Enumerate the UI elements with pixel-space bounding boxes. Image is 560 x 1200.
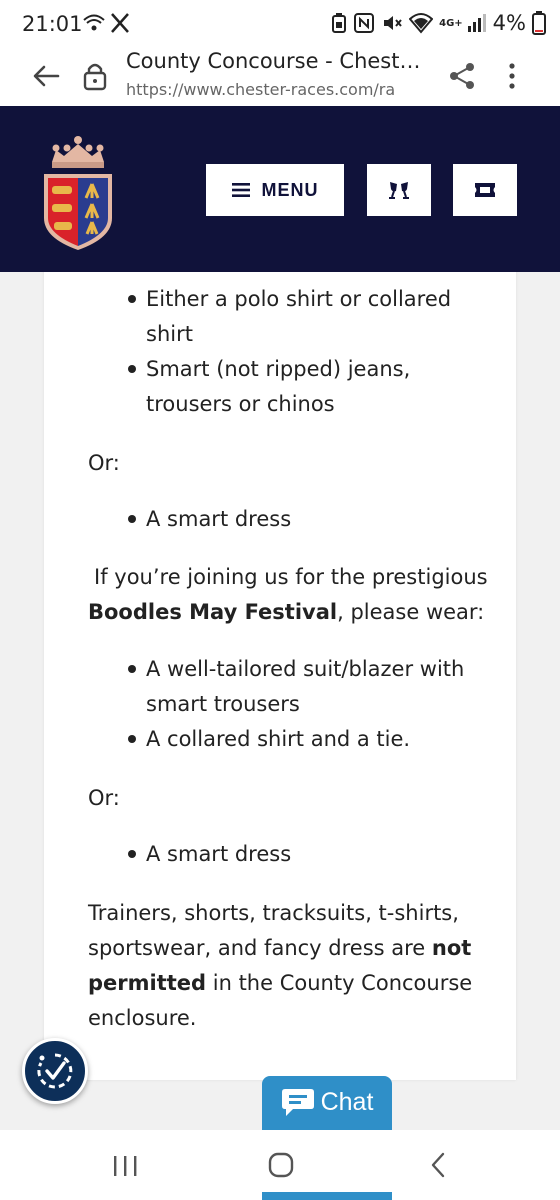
battery-icon <box>532 11 546 35</box>
bullet <box>128 735 136 743</box>
bullet <box>128 850 136 858</box>
chat-bubble-icon <box>281 1089 314 1116</box>
restrictions-text: in the County Concourse <box>206 971 473 995</box>
signal-icon <box>467 14 486 32</box>
crest-logo[interactable] <box>40 134 116 252</box>
festival-paragraph-line: If you’re joining us for the prestigious <box>94 565 488 589</box>
wifi-icon <box>409 13 434 34</box>
not-permitted-emphasis: permitted <box>88 971 207 995</box>
site-header: MENU <box>0 106 560 272</box>
or-text: Or: <box>88 451 120 475</box>
network-type: 4G+ <box>439 17 463 29</box>
lock-icon[interactable] <box>82 60 108 92</box>
content-card: Either a polo shirt or collared shirt Sm… <box>44 272 516 1080</box>
restrictions-line: permitted in the County Concourse <box>88 966 472 1001</box>
list-item: Smart (not ripped) jeans, <box>146 357 411 381</box>
mute-icon <box>384 16 402 30</box>
more-vert-icon[interactable] <box>502 60 522 92</box>
drinks-icon <box>389 182 409 199</box>
bullet <box>128 665 136 673</box>
status-bar: 21:01 4G+ 4% <box>0 0 560 46</box>
drinks-button[interactable] <box>367 164 431 216</box>
list-item-continued: trousers or chinos <box>146 392 335 416</box>
list-item-continued: shirt <box>146 322 193 346</box>
nfc-icon <box>354 13 375 33</box>
accessibility-check-icon <box>37 1053 73 1089</box>
list-item: Either a polo shirt or collared <box>146 287 452 311</box>
restrictions-line: sportswear, and fancy dress are not <box>88 931 471 966</box>
share-icon[interactable] <box>446 60 478 92</box>
menu-label: MENU <box>261 179 319 200</box>
wifi-calling-icon <box>83 14 105 31</box>
list-item: A collared shirt and a tie. <box>146 727 411 751</box>
tickets-button[interactable] <box>453 164 517 216</box>
restrictions-line: enclosure. <box>88 1006 197 1030</box>
back-arrow-icon[interactable] <box>30 60 62 92</box>
list-item: A well-tailored suit/blazer with <box>146 657 465 681</box>
restrictions-line: Trainers, shorts, tracksuits, t-shirts, <box>88 901 459 925</box>
page-content: Either a polo shirt or collared shirt Sm… <box>0 272 560 1130</box>
list-item: A smart dress <box>146 842 292 866</box>
home-icon[interactable] <box>268 1152 294 1178</box>
festival-paragraph-tail: , please wear: <box>337 600 485 624</box>
list-item: A smart dress <box>146 507 292 531</box>
chat-label: Chat <box>320 1088 374 1116</box>
festival-paragraph-line: Boodles May Festival, please wear: <box>88 595 484 630</box>
system-nav-bar <box>0 1130 560 1200</box>
chat-button-edge <box>262 1192 392 1200</box>
accessibility-button[interactable] <box>22 1038 88 1104</box>
not-permitted-emphasis: not <box>431 936 472 960</box>
battery-percent: 4% <box>492 11 526 35</box>
menu-button[interactable]: MENU <box>206 164 344 216</box>
recent-apps-icon[interactable] <box>112 1154 138 1178</box>
bullet <box>128 365 136 373</box>
url-text[interactable]: https://www.chester-races.com/ra <box>126 80 426 99</box>
hamburger-icon <box>231 183 250 197</box>
list-item-continued: smart trousers <box>146 692 300 716</box>
x-app-icon <box>111 13 129 33</box>
festival-name[interactable]: Boodles May Festival <box>88 600 337 624</box>
page-title[interactable]: County Concourse - Chester Races <box>126 49 426 73</box>
bullet <box>128 295 136 303</box>
browser-toolbar: County Concourse - Chester Races https:/… <box>0 46 560 106</box>
back-icon[interactable] <box>428 1152 448 1178</box>
status-time: 21:01 <box>22 12 83 36</box>
bullet <box>128 515 136 523</box>
or-text: Or: <box>88 786 120 810</box>
ticket-icon <box>475 183 495 197</box>
battery-saver-icon <box>332 13 347 33</box>
restrictions-text: sportswear, and fancy dress are <box>88 936 432 960</box>
